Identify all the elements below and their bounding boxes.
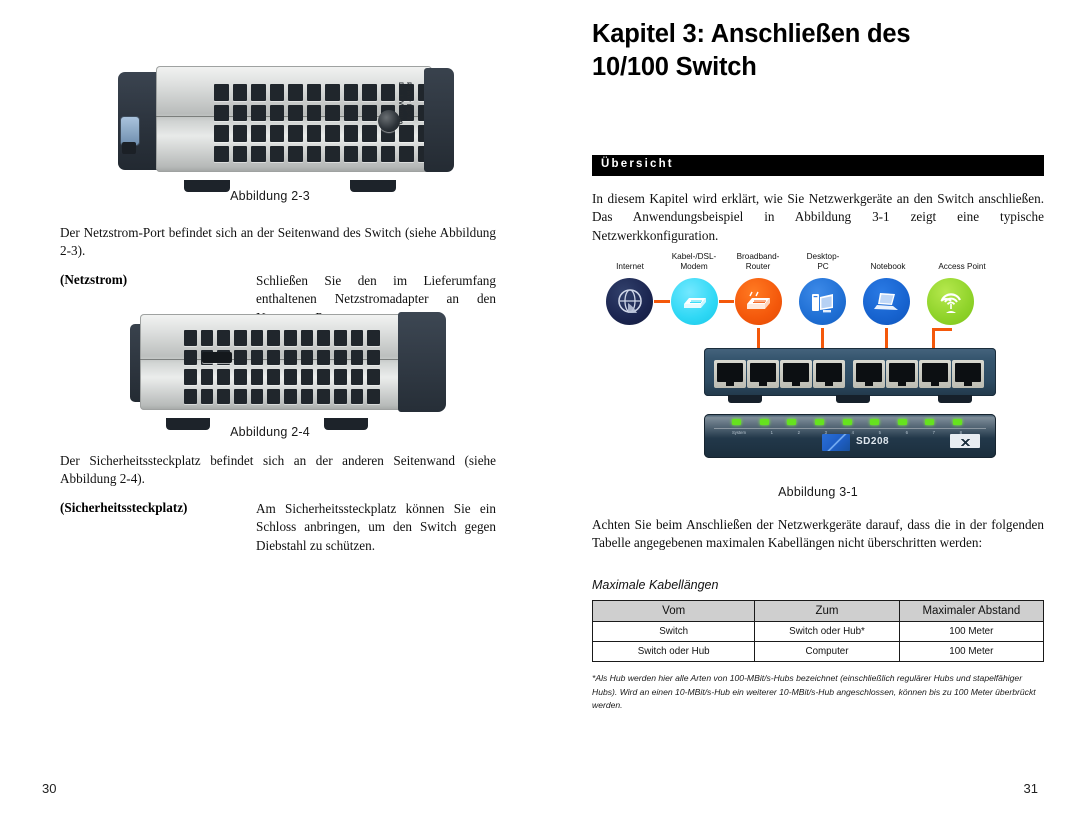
port-bank-divider bbox=[846, 360, 852, 388]
page-number-left: 30 bbox=[42, 781, 57, 796]
chapter-title-line-2: 10/100 Switch bbox=[592, 52, 757, 81]
port-bank-2 bbox=[853, 360, 984, 388]
led-label: System bbox=[732, 430, 746, 435]
link-ap-elbow bbox=[932, 328, 952, 331]
table-cell: Switch bbox=[591, 621, 756, 642]
figure-2-4-caption: Abbildung 2-4 bbox=[230, 425, 310, 439]
device-chassis: Power Input DC 12V/800mA bbox=[156, 66, 432, 172]
switch-model-label: SD208 bbox=[856, 436, 890, 447]
table-header-row: Vom Zum Maximaler Abstand bbox=[591, 600, 1045, 622]
document-spread: Power Input DC 12V/800mA Abbildung 2-3 D… bbox=[0, 0, 1080, 834]
notebook-icon bbox=[863, 278, 910, 325]
definition-security-term: (Sicherheitssteckplatz) bbox=[60, 500, 188, 515]
definition-power-term: (Netzstrom) bbox=[60, 272, 128, 287]
status-led bbox=[759, 419, 769, 425]
node-label-notebook: Notebook bbox=[870, 262, 906, 271]
front-panel-hairline bbox=[714, 428, 986, 429]
chapter-title: Kapitel 3: Anschließen des 10/100 Switch bbox=[592, 18, 1044, 83]
device2-chassis bbox=[140, 314, 406, 410]
rj45-port bbox=[747, 360, 779, 388]
router-icon bbox=[735, 278, 782, 325]
rj45-port bbox=[813, 360, 845, 388]
table-row: Switch Switch oder Hub* 100 Meter bbox=[591, 621, 1045, 642]
led-label: 5 bbox=[878, 430, 881, 435]
overview-paragraph: In diesem Kapitel wird erklärt, wie Sie … bbox=[592, 191, 1044, 243]
table-cell: Switch oder Hub bbox=[591, 641, 756, 662]
modem-icon bbox=[671, 278, 718, 325]
right-page: Kapitel 3: Anschließen des 10/100 Switch… bbox=[540, 0, 1080, 834]
power-port-paragraph: Der Netzstrom-Port befindet sich an der … bbox=[60, 225, 496, 259]
table-row: Switch oder Hub Computer 100 Meter bbox=[591, 641, 1045, 662]
table-cell: Switch oder Hub* bbox=[754, 621, 900, 642]
status-led bbox=[814, 419, 824, 425]
brand-logo-icon bbox=[822, 434, 850, 451]
network-diagram: Internet Kabel-/DSL- Modem Broadband- Ro… bbox=[592, 252, 1044, 500]
port-bank-1 bbox=[714, 360, 845, 388]
table-footnote: *Als Hub werden hier alle Arten von 100-… bbox=[592, 673, 1036, 711]
status-led bbox=[953, 419, 962, 425]
diagram-node-labels: Internet Kabel-/DSL- Modem Broadband- Ro… bbox=[592, 252, 1044, 280]
led-label: 7 bbox=[932, 430, 935, 435]
led-label: 4 bbox=[851, 430, 854, 435]
led-label: 2 bbox=[797, 430, 800, 435]
table-header-cell: Zum bbox=[754, 600, 900, 622]
power-jack-shadow bbox=[122, 142, 136, 154]
device-endcap-right bbox=[424, 68, 454, 172]
table-cell: 100 Meter bbox=[898, 641, 1045, 662]
figure-2-3-device-photo: Power Input DC 12V/800mA bbox=[118, 62, 454, 192]
figure-2-3-caption: Abbildung 2-3 bbox=[230, 189, 310, 203]
switch-foot-center bbox=[836, 395, 870, 403]
rj45-port bbox=[886, 360, 918, 388]
rj45-port bbox=[952, 360, 984, 388]
port-strip bbox=[714, 360, 986, 388]
table-header-cell: Vom bbox=[591, 600, 756, 622]
table-title: Maximale Kabellängen bbox=[592, 578, 719, 592]
switch-foot-left bbox=[728, 395, 762, 403]
diagram-icon-row bbox=[592, 278, 1044, 330]
section-band-label: Übersicht bbox=[601, 158, 674, 170]
vent-grid bbox=[184, 330, 380, 404]
status-led bbox=[925, 419, 935, 425]
security-slot-paragraph: Der Sicherheitssteckplatz befindet sich … bbox=[60, 453, 496, 487]
rj45-port bbox=[780, 360, 812, 388]
figure-3-1-caption: Abbildung 3-1 bbox=[778, 485, 858, 499]
status-led bbox=[870, 419, 880, 425]
vendor-mark-icon bbox=[950, 434, 980, 448]
table-header-cell: Maximaler Abstand bbox=[898, 600, 1045, 622]
desktop-pc-icon bbox=[799, 278, 846, 325]
device2-endcap-right bbox=[398, 312, 446, 412]
led-label: 6 bbox=[905, 430, 908, 435]
chapter-title-line-1: Kapitel 3: Anschließen des bbox=[592, 20, 911, 48]
page-number-right: 31 bbox=[1023, 781, 1038, 796]
security-slot-icon bbox=[202, 352, 232, 363]
table-cell: Computer bbox=[754, 641, 900, 662]
section-band: Übersicht bbox=[592, 155, 1044, 176]
internet-globe-icon bbox=[606, 278, 653, 325]
status-led bbox=[842, 419, 852, 425]
rj45-port bbox=[714, 360, 746, 388]
definition-security-body: Am Sicherheitssteckplatz können Sie ein … bbox=[256, 501, 496, 553]
switch-foot-right bbox=[938, 395, 972, 403]
led-row bbox=[732, 419, 962, 426]
status-led bbox=[732, 419, 741, 425]
rj45-port bbox=[853, 360, 885, 388]
cable-length-paragraph: Achten Sie beim Anschließen der Netzwerk… bbox=[592, 517, 1044, 551]
table-cell: 100 Meter bbox=[898, 621, 1045, 642]
link-modem-router bbox=[719, 300, 734, 303]
figure-2-4-device-photo bbox=[130, 310, 452, 430]
rj45-port bbox=[919, 360, 951, 388]
led-label: 1 bbox=[770, 430, 773, 435]
access-point-icon bbox=[927, 278, 974, 325]
definition-security: (Sicherheitssteckplatz) Am Sicherheitsst… bbox=[60, 500, 496, 555]
switch-front-panel: System 1 2 3 4 5 6 7 8 SD208 bbox=[704, 414, 996, 458]
status-led bbox=[787, 419, 797, 425]
switch-rear-panel bbox=[704, 348, 996, 403]
power-input-label: Power Input DC 12V/800mA bbox=[397, 82, 413, 130]
node-label-access-point: Access Point bbox=[938, 262, 986, 271]
left-page: Power Input DC 12V/800mA Abbildung 2-3 D… bbox=[0, 0, 540, 834]
cable-length-table: Vom Zum Maximaler Abstand Switch Switch … bbox=[591, 600, 1045, 662]
link-internet-modem bbox=[654, 300, 670, 303]
status-led bbox=[897, 419, 907, 425]
